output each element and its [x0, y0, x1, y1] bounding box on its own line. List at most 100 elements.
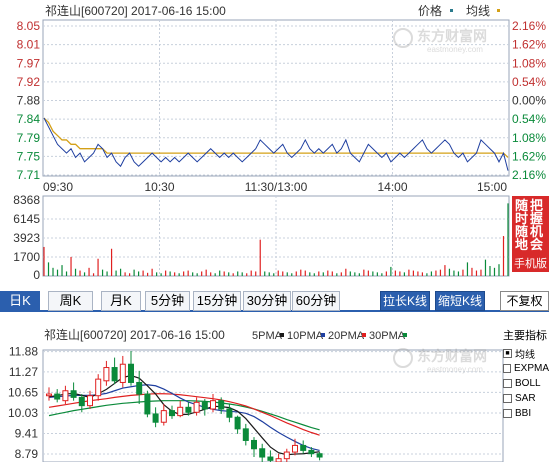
- candle-body: [267, 456, 274, 461]
- price-tick-label: 8.05: [17, 19, 41, 33]
- volume-tick-label: 0: [33, 268, 40, 282]
- candle-body: [242, 428, 249, 441]
- candle-body: [78, 396, 85, 407]
- candle-body: [46, 393, 52, 397]
- candle-body: [103, 367, 110, 382]
- time-tick-label: 14:00: [377, 180, 407, 194]
- price-tick-label: 7.84: [17, 112, 41, 126]
- watermark-main-kline: 东方财富网: [417, 348, 487, 364]
- price-tick-label: 7.92: [17, 75, 41, 89]
- tab-60min[interactable]: 60分钟: [292, 291, 340, 311]
- indicator-sar-checkbox[interactable]: [503, 394, 512, 403]
- pct-tick-label: 1.08%: [512, 131, 546, 145]
- ma5-line: [48, 374, 320, 456]
- candle-body: [152, 413, 159, 423]
- candle-body: [177, 406, 184, 417]
- indicator-expma[interactable]: EXPMA: [503, 361, 549, 376]
- indicator-expma-checkbox[interactable]: [503, 364, 511, 373]
- ma30-swatch: [403, 333, 407, 337]
- ma10-swatch: [321, 333, 325, 337]
- candle-body: [136, 381, 143, 395]
- indicator-ma[interactable]: ■ 均线: [503, 346, 549, 361]
- candle-body: [144, 393, 151, 415]
- price-tick-label: 7.79: [17, 131, 41, 145]
- candle-body: [128, 363, 134, 383]
- tab-weekly-k[interactable]: 周K: [48, 291, 93, 311]
- pct-tick-label: 0.54%: [512, 112, 546, 126]
- volume-tick-label: 8368: [13, 193, 40, 207]
- candle-body: [70, 390, 77, 398]
- kline-tick-label: 10.65: [8, 385, 38, 399]
- ma30-label: 30PMA: [369, 330, 406, 342]
- candle-body: [201, 401, 208, 410]
- pct-tick-label: 2.16%: [512, 168, 546, 182]
- legend-price-label: 价格: [418, 3, 442, 18]
- kline-tick-label: 10.03: [8, 406, 38, 420]
- price-tick-label: 8.01: [17, 38, 41, 52]
- candle-body: [259, 448, 266, 458]
- candle-body: [234, 416, 241, 430]
- ma5-label: 5PMA: [252, 330, 283, 342]
- shrink-kline-button[interactable]: 缩短K线: [435, 291, 485, 311]
- candle-body: [185, 406, 192, 413]
- ma5-swatch: [280, 333, 284, 337]
- indicator-panel: 主要指标 ■ 均线 EXPMA BOLL SAR BBI: [503, 327, 549, 462]
- candle-body: [251, 439, 257, 450]
- kline-tick-label: 11.27: [9, 365, 38, 379]
- banner-text-right: 把握机会: [529, 198, 543, 252]
- candle-body: [226, 408, 233, 418]
- indicator-panel-title: 主要指标: [503, 330, 547, 342]
- candle-body: [210, 400, 216, 410]
- time-tick-label: 11:30/13:00: [245, 180, 308, 194]
- pct-tick-label: 0.54%: [512, 75, 546, 89]
- candle-body: [111, 367, 118, 382]
- watermark-sub: eastmoney.com: [427, 45, 483, 54]
- indicator-boll[interactable]: BOLL: [503, 376, 549, 391]
- kline-tick-label: 8.79: [15, 447, 39, 461]
- candle-body: [300, 444, 307, 451]
- no-adjust-button[interactable]: 不复权: [500, 291, 549, 311]
- pct-tick-label: 1.62%: [512, 149, 546, 163]
- indicator-ma-label: 均线: [515, 350, 535, 361]
- indicator-sar-label: SAR: [515, 393, 536, 404]
- pct-tick-label: 0.00%: [512, 94, 546, 108]
- candle-body: [283, 451, 290, 460]
- candle-body: [95, 378, 102, 397]
- legend-avg-swatch: [497, 9, 500, 12]
- legend-avg-label: 均线: [466, 4, 490, 18]
- stretch-kline-button[interactable]: 拉长K线: [380, 291, 430, 311]
- kline-tick-label: 9.41: [15, 426, 39, 440]
- price-tick-label: 7.88: [17, 94, 41, 108]
- period-tab-bar: 日K 周K 月K 5分钟 15分钟 30分钟 60分钟 拉长K线 缩短K线 不复…: [0, 289, 549, 312]
- tab-30min[interactable]: 30分钟: [243, 291, 291, 311]
- candle-body: [292, 444, 298, 453]
- banner-text-left: 随时随地: [514, 198, 528, 252]
- time-tick-label: 09:30: [43, 180, 73, 194]
- watermark-sub-kline: eastmoney.com: [427, 365, 483, 374]
- kline-title: 祁连山[600720] 2017-06-16 15:00: [44, 327, 225, 342]
- intraday-title: 祁连山[600720] 2017-06-16 15:00: [45, 3, 226, 18]
- time-tick-label: 15:00: [477, 180, 507, 194]
- candle-body: [308, 449, 315, 455]
- indicator-bbi[interactable]: BBI: [503, 406, 549, 421]
- mobile-version-link[interactable]: 手机版: [512, 256, 549, 272]
- price-tick-label: 7.75: [17, 149, 41, 163]
- tab-15min[interactable]: 15分钟: [193, 291, 241, 311]
- grid-lines: [43, 20, 509, 455]
- candle-body: [119, 363, 126, 383]
- candle-body: [62, 390, 69, 402]
- indicator-boll-label: BOLL: [515, 378, 541, 389]
- volume-tick-label: 6145: [13, 212, 40, 226]
- time-tick-label: 10:30: [144, 180, 174, 194]
- tab-daily-k[interactable]: 日K: [0, 291, 40, 311]
- indicator-sar[interactable]: SAR: [503, 391, 549, 406]
- indicator-boll-checkbox[interactable]: [503, 379, 512, 388]
- candle-body: [160, 410, 167, 423]
- legend-price-swatch: [450, 9, 453, 12]
- tab-5min[interactable]: 5分钟: [145, 291, 190, 311]
- watermark-main: 东方财富网: [417, 28, 487, 44]
- indicator-ma-checkbox[interactable]: ■: [503, 349, 512, 358]
- quote-canvas: 祁连山[600720] 2017-06-16 15:00 价格 均线 东方财富网…: [8, 3, 546, 462]
- tab-monthly-k[interactable]: 月K: [101, 291, 141, 311]
- indicator-bbi-checkbox[interactable]: [503, 409, 512, 418]
